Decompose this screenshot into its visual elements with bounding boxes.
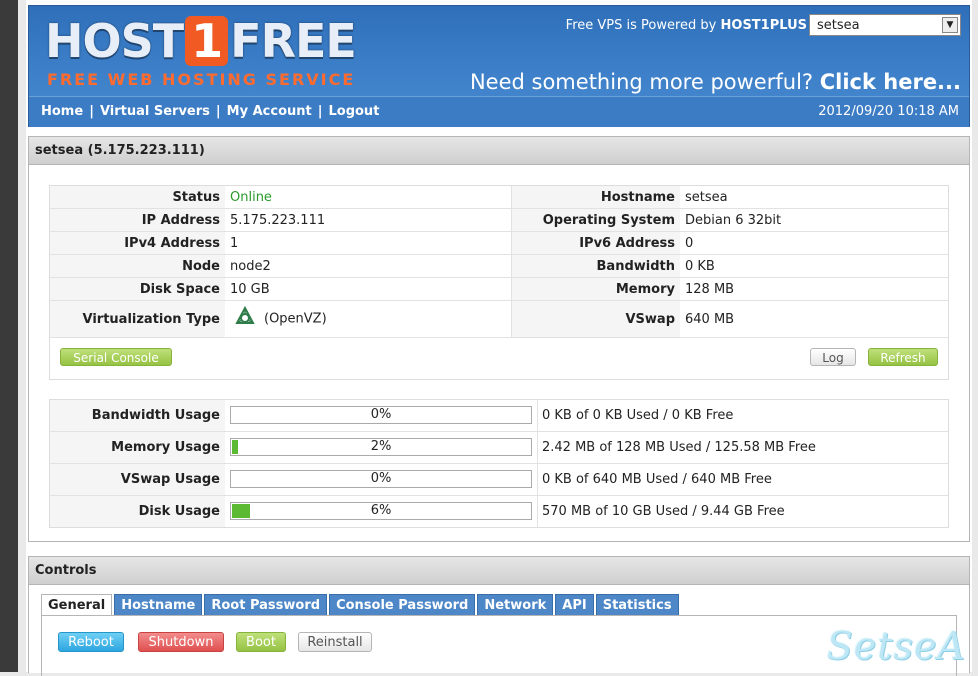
server-panel-title: setsea (5.175.223.111) bbox=[29, 137, 969, 165]
tab-general[interactable]: General bbox=[41, 594, 113, 616]
log-button[interactable]: Log bbox=[810, 348, 856, 366]
table-row: Node node2 Bandwidth 0 KB bbox=[50, 254, 948, 278]
nav-home[interactable]: Home bbox=[41, 104, 83, 119]
tab-root-password[interactable]: Root Password bbox=[204, 594, 328, 616]
tab-hostname[interactable]: Hostname bbox=[114, 594, 203, 616]
shutdown-button[interactable]: Shutdown bbox=[138, 632, 224, 652]
tab-api[interactable]: API bbox=[555, 594, 594, 616]
refresh-button[interactable]: Refresh bbox=[868, 348, 938, 366]
controls-panel-title: Controls bbox=[29, 557, 969, 585]
powered-by-brand[interactable]: HOST1PLUS bbox=[721, 18, 807, 33]
promo-click-here-link[interactable]: Click here... bbox=[820, 70, 961, 94]
tab-statistics[interactable]: Statistics bbox=[595, 594, 679, 616]
powered-by-text: Free VPS is Powered by HOST1PLUS bbox=[565, 18, 807, 33]
current-datetime: 2012/09/20 10:18 AM bbox=[818, 104, 959, 119]
usage-table: Bandwidth Usage 0% 0 KB of 0 KB Used / 0… bbox=[49, 399, 949, 528]
server-select[interactable]: setsea ▼ bbox=[809, 14, 961, 36]
reinstall-button[interactable]: Reinstall bbox=[298, 632, 372, 652]
usage-row-disk: Disk Usage 6% 570 MB of 10 GB Used / 9.4… bbox=[50, 496, 948, 527]
host1free-logo[interactable]: HOST 1 FREE FREE WEB HOSTING SERVICE bbox=[45, 16, 357, 90]
memory-progress-bar: 2% bbox=[230, 438, 532, 456]
general-tab-content: Reboot Shutdown Boot Reinstall bbox=[41, 615, 957, 676]
nav-virtual-servers[interactable]: Virtual Servers bbox=[100, 104, 210, 119]
boot-button[interactable]: Boot bbox=[236, 632, 286, 652]
vswap-progress-bar: 0% bbox=[230, 470, 532, 488]
reboot-button[interactable]: Reboot bbox=[58, 632, 124, 652]
tab-console-password[interactable]: Console Password bbox=[329, 594, 476, 616]
table-row: Disk Space 10 GB Memory 128 MB bbox=[50, 277, 948, 301]
logo-wordmark: HOST 1 FREE bbox=[45, 14, 357, 68]
usage-row-memory: Memory Usage 2% 2.42 MB of 128 MB Used /… bbox=[50, 432, 948, 464]
bandwidth-progress-bar: 0% bbox=[230, 406, 532, 424]
tab-network[interactable]: Network bbox=[477, 594, 554, 616]
nav-separator: | bbox=[89, 104, 94, 119]
site-header: HOST 1 FREE FREE WEB HOSTING SERVICE Free … bbox=[28, 5, 970, 127]
disk-progress-bar: 6% bbox=[230, 502, 532, 520]
table-row: Status Online Hostname setsea bbox=[50, 186, 948, 209]
server-info-table: Status Online Hostname setsea IP Address… bbox=[49, 185, 949, 380]
nav-logout[interactable]: Logout bbox=[328, 104, 379, 119]
virtualization-value: (OpenVZ) bbox=[264, 311, 327, 327]
nav-my-account[interactable]: My Account bbox=[227, 104, 312, 119]
table-row: IPv4 Address 1 IPv6 Address 0 bbox=[50, 231, 948, 255]
server-select-value: setsea bbox=[817, 18, 860, 33]
logo-tagline: FREE WEB HOSTING SERVICE bbox=[47, 70, 356, 89]
table-row: IP Address 5.175.223.111 Operating Syste… bbox=[50, 208, 948, 232]
usage-row-bandwidth: Bandwidth Usage 0% 0 KB of 0 KB Used / 0… bbox=[50, 400, 948, 432]
usage-row-vswap: VSwap Usage 0% 0 KB of 640 MB Used / 640… bbox=[50, 464, 948, 496]
server-panel: setsea (5.175.223.111) Status Online Hos… bbox=[28, 136, 970, 542]
left-window-edge bbox=[0, 0, 18, 672]
status-value: Online bbox=[225, 186, 512, 209]
chevron-down-icon[interactable]: ▼ bbox=[942, 17, 958, 33]
nav-separator: | bbox=[215, 104, 221, 119]
setsea-watermark: SetseA bbox=[826, 624, 966, 668]
openvz-icon bbox=[234, 305, 256, 332]
nav-separator: | bbox=[317, 104, 323, 119]
controls-tabs: General Hostname Root Password Console Pass… bbox=[41, 594, 681, 616]
page: HOST 1 FREE FREE WEB HOSTING SERVICE Free … bbox=[26, 0, 972, 676]
serial-console-button[interactable]: Serial Console bbox=[60, 348, 172, 366]
upgrade-promo: Need something more powerful? Click here… bbox=[469, 70, 961, 94]
table-row: Virtualization Type (OpenVZ) VSwap 640 M… bbox=[50, 300, 948, 338]
main-nav: Home | Virtual Servers | My Account | Logout 2… bbox=[29, 96, 969, 127]
